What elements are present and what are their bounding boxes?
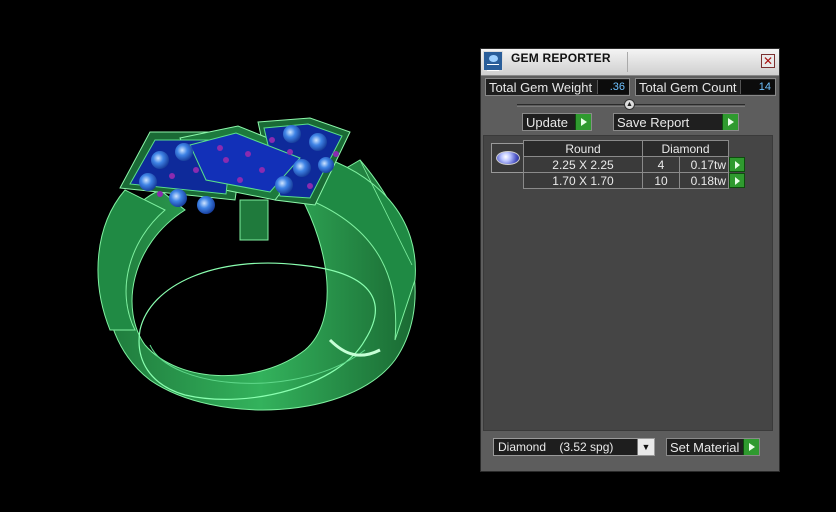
gem-table-header: Round Diamond	[523, 140, 746, 157]
close-icon: ✕	[762, 54, 774, 68]
round-gem-thumbnail[interactable]	[491, 143, 525, 173]
material-dropdown[interactable]: Diamond (3.52 spg) ▼	[493, 438, 655, 456]
round-gem-icon	[496, 151, 520, 165]
window-title: GEM REPORTER	[511, 51, 611, 65]
total-gem-count-label: Total Gem Count	[639, 80, 737, 95]
total-gem-count: Total Gem Count 14	[635, 78, 776, 96]
gem-count: 4	[642, 156, 680, 173]
table-row[interactable]: 2.25 X 2.25 4 0.17tw	[523, 156, 746, 173]
material-selected: Diamond (3.52 spg)	[498, 440, 614, 454]
row-go-button[interactable]	[729, 157, 745, 172]
play-arrow-icon	[743, 439, 759, 455]
header-shape: Round	[523, 140, 643, 157]
save-report-label: Save Report	[617, 115, 690, 130]
gem-weight: 0.17tw	[679, 156, 729, 173]
update-button[interactable]: Update	[522, 113, 592, 131]
row-go-button[interactable]	[729, 173, 745, 188]
gem-reporter-icon	[483, 51, 503, 71]
chevron-down-icon[interactable]: ▼	[637, 439, 654, 455]
total-gem-weight-label: Total Gem Weight	[489, 80, 593, 95]
title-bar[interactable]: GEM REPORTER ✕	[481, 49, 779, 76]
table-row[interactable]: 1.70 X 1.70 10 0.18tw	[523, 172, 746, 189]
gem-reporter-panel: GEM REPORTER ✕ Total Gem Weight .36 Tota…	[480, 48, 780, 472]
set-material-label: Set Material	[670, 440, 740, 455]
gem-size: 1.70 X 1.70	[523, 172, 643, 189]
gem-count: 10	[642, 172, 680, 189]
header-material: Diamond	[642, 140, 729, 157]
gem-table: Round Diamond 2.25 X 2.25 4 0.17tw 1.70 …	[523, 140, 746, 189]
total-gem-count-value[interactable]: 14	[740, 80, 775, 94]
slider-handle[interactable]: ▲	[624, 99, 635, 110]
total-gem-weight: Total Gem Weight .36	[485, 78, 630, 96]
play-arrow-icon	[722, 114, 738, 130]
set-material-button[interactable]: Set Material	[666, 438, 760, 456]
play-arrow-icon	[575, 114, 591, 130]
total-gem-weight-value[interactable]: .36	[597, 80, 629, 94]
gem-size: 2.25 X 2.25	[523, 156, 643, 173]
title-divider	[627, 52, 628, 72]
save-report-button[interactable]: Save Report	[613, 113, 739, 131]
gem-weight: 0.18tw	[679, 172, 729, 189]
close-button[interactable]: ✕	[761, 54, 775, 68]
update-label: Update	[526, 115, 568, 130]
